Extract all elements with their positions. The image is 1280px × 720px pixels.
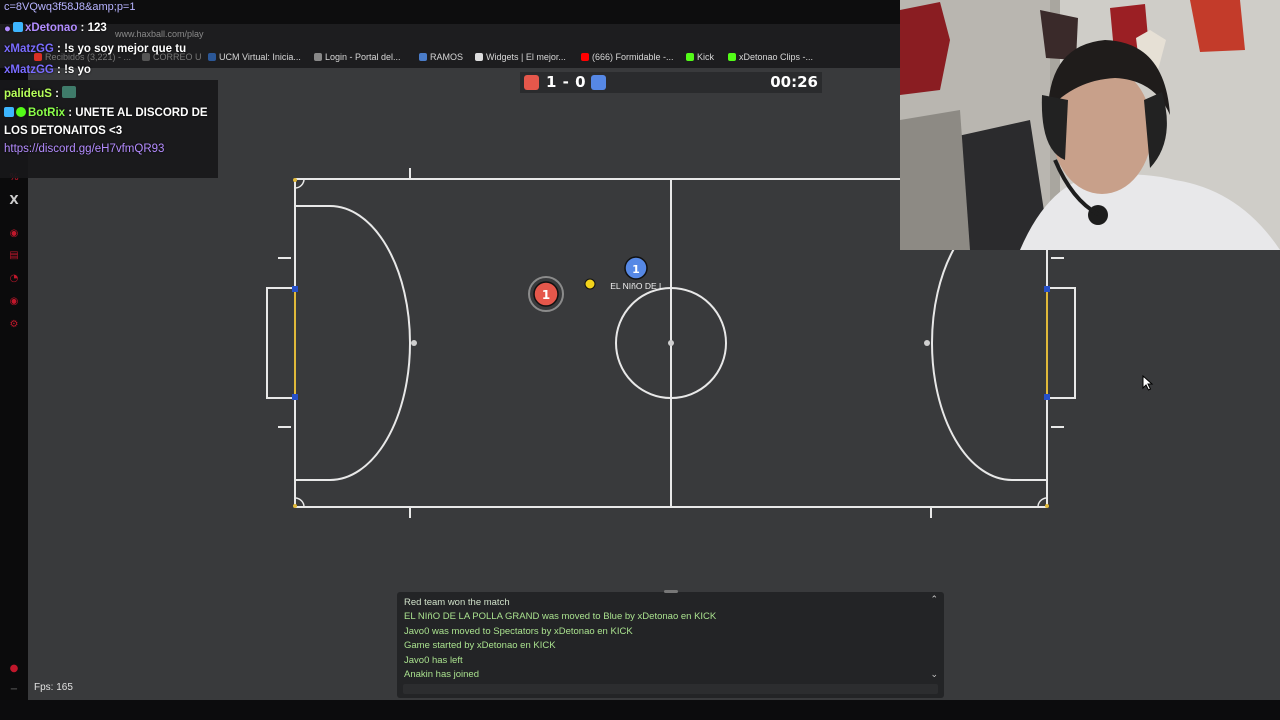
- game-chat-log[interactable]: ⌃ Red team won the match EL NIñO DE LA P…: [397, 590, 944, 698]
- overlay-chat-line: ● xDetonao : 123: [4, 22, 107, 35]
- youtube-icon: [581, 53, 589, 61]
- mic-icon: ●: [4, 23, 11, 35]
- fps-counter: Fps: 165: [34, 682, 73, 693]
- chevron-up-icon[interactable]: ⌃: [930, 595, 938, 605]
- goal-right: [1047, 287, 1076, 399]
- blue-player-name: EL NIñO DE L: [610, 281, 664, 291]
- goal-post: [1044, 286, 1050, 292]
- goal-post: [1044, 394, 1050, 400]
- widgets-icon: [475, 53, 483, 61]
- ball: [584, 278, 596, 290]
- red-player-number: 1: [542, 288, 550, 302]
- overlay-chat-line: palideuS :: [4, 86, 78, 100]
- bot-badge-icon: [4, 107, 14, 117]
- chat-line: EL NIñO DE LA POLLA GRAND was moved to B…: [404, 611, 717, 622]
- sidebar-icon[interactable]: ◔: [8, 273, 20, 285]
- blue-team-badge: [591, 75, 606, 90]
- side-rail: % X ◉ ▤ ◔ ◉ ⚙ ● −: [0, 160, 28, 700]
- sidebar-icon[interactable]: ◉: [8, 296, 20, 308]
- bookmark[interactable]: RAMOS: [419, 52, 463, 62]
- chat-line: Anakin has joined: [404, 669, 479, 680]
- page-icon: [314, 53, 322, 61]
- webcam-feed: [900, 0, 1280, 250]
- overlay-chat-line: LOS DETONAITOS <3: [4, 125, 123, 137]
- bookmark[interactable]: Widgets | El mejor...: [475, 52, 566, 62]
- kick-badge-icon: [12, 22, 23, 32]
- red-team-badge: [524, 75, 539, 90]
- ramos-icon: [419, 53, 427, 61]
- overlay-chat-line: xMatzGG : !s yo: [4, 64, 91, 76]
- chat-input[interactable]: [403, 684, 938, 694]
- red-player: 1: [528, 276, 564, 312]
- penalty-spot-left: [411, 340, 417, 346]
- bookmark[interactable]: Kick: [686, 52, 714, 62]
- blue-player: 1 EL NIñO DE L: [610, 256, 664, 291]
- overlay-chat-line: xMatzGG : !s yo soy mejor que tu: [4, 43, 187, 55]
- center-spot: [668, 340, 674, 346]
- overlay-chat-line: BotRix : UNETE AL DISCORD DE: [4, 107, 208, 119]
- sidebar-icon[interactable]: −: [8, 684, 20, 696]
- goal-left: [266, 287, 295, 399]
- chevron-down-icon[interactable]: ⌄: [930, 670, 938, 680]
- goal-post: [292, 286, 298, 292]
- gear-icon[interactable]: ⚙: [8, 319, 20, 331]
- blue-player-number: 1: [632, 263, 640, 276]
- match-timer: 00:26: [770, 73, 818, 91]
- stream-chat-overlay: ● xDetonao : 123 xMatzGG : !s yo soy mejo…: [0, 18, 218, 178]
- twitter-x-icon[interactable]: X: [8, 194, 20, 206]
- chat-line: Game started by xDetonao en KICK: [404, 640, 556, 651]
- emote-icon: [62, 86, 77, 98]
- sidebar-icon[interactable]: ▤: [8, 250, 20, 262]
- penalty-area-left: [295, 205, 411, 481]
- sidebar-icon[interactable]: ◉: [8, 228, 20, 240]
- chat-line: Javo0 was moved to Spectators by xDetona…: [404, 626, 633, 637]
- chat-line: Javo0 has left: [404, 655, 463, 666]
- webcam-image: [900, 0, 1280, 250]
- scoreboard: 1 - 0 00:26: [520, 72, 822, 93]
- bookmark[interactable]: UCM Virtual: Inicia...: [208, 52, 301, 62]
- chat-resize-handle[interactable]: [664, 590, 678, 593]
- bookmark[interactable]: Login - Portal del...: [314, 52, 401, 62]
- discord-link[interactable]: https://discord.gg/eH7vfmQR93: [4, 143, 164, 155]
- url-fragment: c=8VQwq3f58J8&amp;p=1: [4, 1, 136, 13]
- bookmark[interactable]: (666) Formidable -...: [581, 52, 674, 62]
- bookmark[interactable]: xDetonao Clips -...: [728, 52, 813, 62]
- cursor-arrow-icon: [1142, 375, 1154, 391]
- sidebar-icon[interactable]: ●: [8, 663, 20, 675]
- kick-icon: [728, 53, 736, 61]
- verified-badge-icon: [16, 107, 26, 117]
- chat-line: Red team won the match: [404, 597, 510, 608]
- goal-post: [292, 394, 298, 400]
- penalty-spot-right: [924, 340, 930, 346]
- score: 1 - 0: [546, 73, 587, 91]
- kick-icon: [686, 53, 694, 61]
